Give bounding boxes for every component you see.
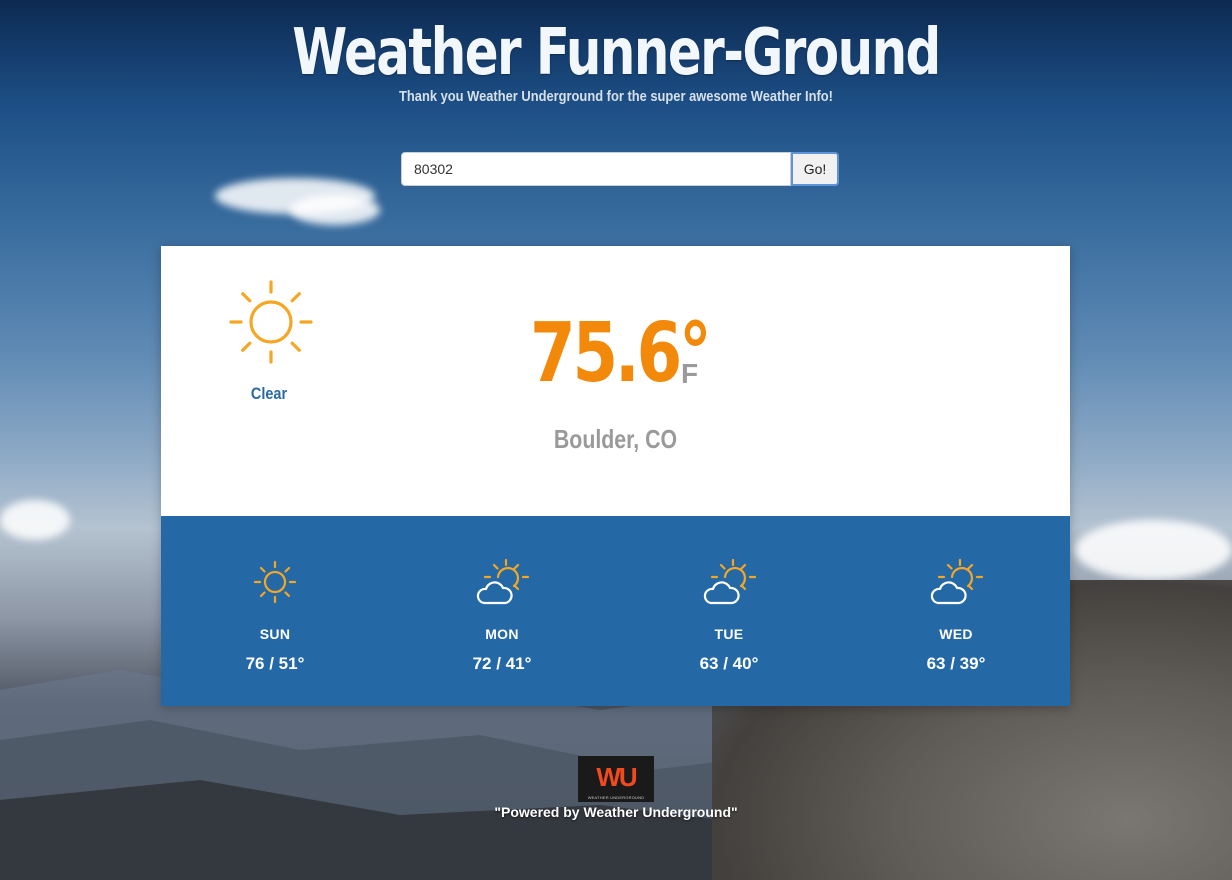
page-header: Weather Funner-Ground Thank you Weather …: [0, 0, 1232, 105]
current-location: Boulder, CO: [553, 424, 678, 454]
sun-icon: [229, 280, 313, 364]
forecast-temp-range: 63 / 39°: [926, 654, 986, 673]
forecast-temp-range: 76 / 51°: [245, 654, 305, 673]
temperature-unit: F: [681, 358, 699, 389]
forecast-strip: SUN 76 / 51° MON 72 / 41° TUE 63 / 40° W…: [161, 516, 1070, 706]
forecast-day-name: SUN: [259, 626, 291, 642]
current-condition-label: Clear: [250, 384, 288, 403]
partly-cloudy-icon: [703, 558, 757, 605]
logo-mark: WU: [596, 762, 637, 792]
logo-small-text: WEATHER UNDERGROUND: [587, 795, 645, 800]
forecast-day-name: WED: [939, 626, 973, 642]
forecast-day-name: TUE: [714, 626, 744, 642]
weather-underground-logo[interactable]: WU WEATHER UNDERGROUND: [578, 756, 654, 802]
forecast-day-wed: WED 63 / 39°: [886, 552, 1026, 674]
page-subtitle: Thank you Weather Underground for the su…: [399, 88, 833, 105]
page-title: Weather Funner-Ground: [292, 16, 941, 90]
forecast-temp-range: 72 / 41°: [472, 654, 532, 673]
page-footer: WU WEATHER UNDERGROUND "Powered by Weath…: [0, 756, 1232, 820]
go-button[interactable]: Go!: [791, 152, 839, 186]
partly-cloudy-icon: [476, 558, 530, 605]
powered-by-text: "Powered by Weather Underground": [494, 804, 738, 820]
forecast-day-mon: MON 72 / 41°: [432, 552, 572, 674]
forecast-day-sun: SUN 76 / 51°: [205, 552, 345, 674]
partly-cloudy-icon: [930, 558, 984, 605]
forecast-temp-range: 63 / 40°: [699, 654, 759, 673]
weather-card: Clear 75.6° F Boulder, CO SUN 76 / 51° M…: [161, 246, 1070, 706]
forecast-day-tue: TUE 63 / 40°: [659, 552, 799, 674]
search-bar: Go!: [401, 152, 839, 186]
sun-icon: [253, 560, 297, 604]
zip-search-input[interactable]: [401, 152, 791, 186]
forecast-day-name: MON: [485, 626, 519, 642]
current-conditions: Clear 75.6° F Boulder, CO: [161, 246, 1070, 516]
